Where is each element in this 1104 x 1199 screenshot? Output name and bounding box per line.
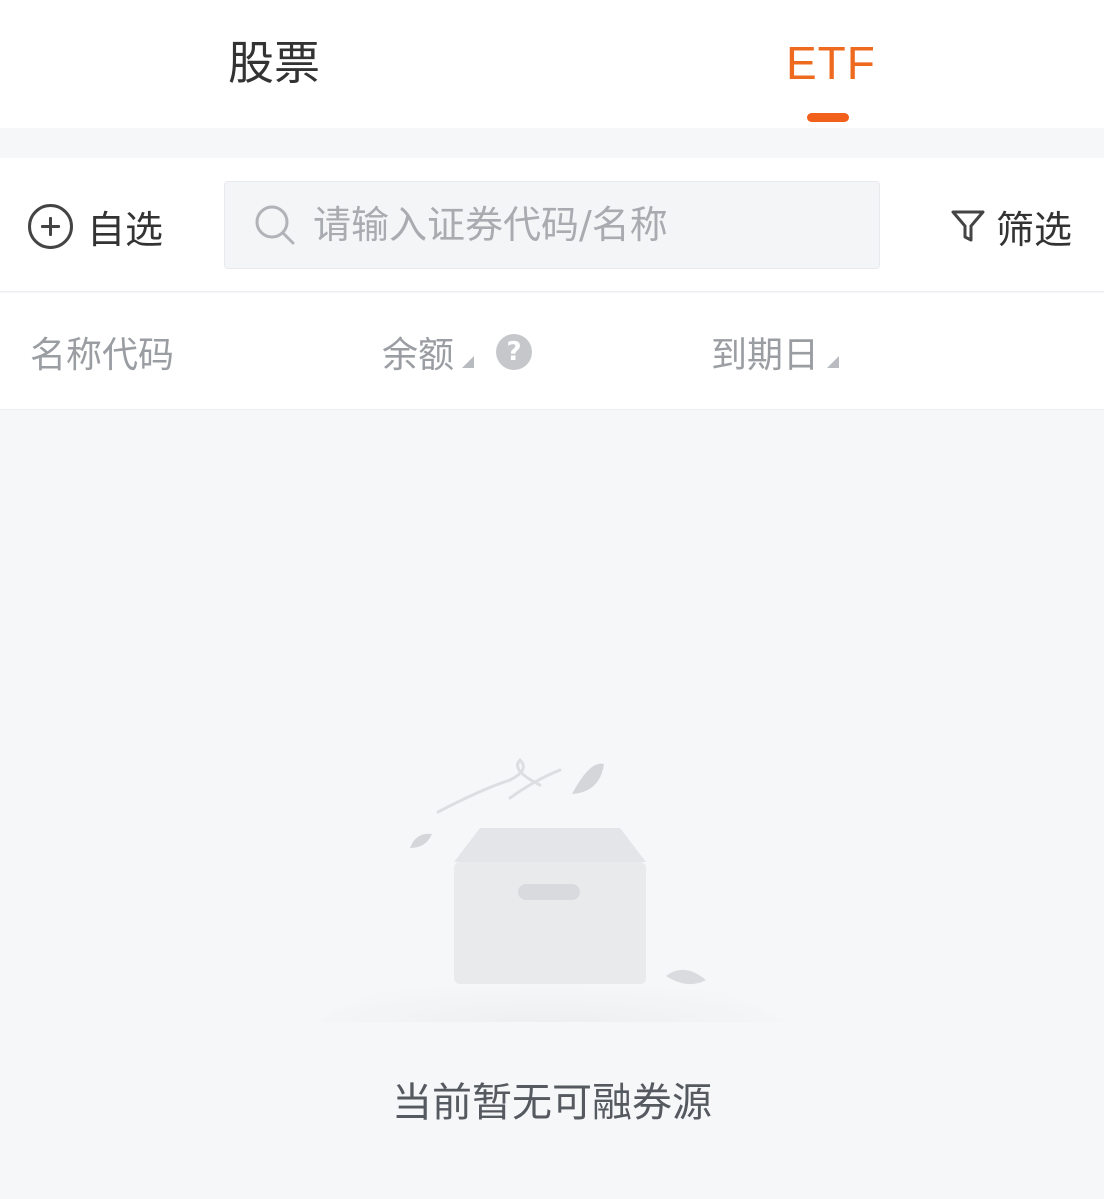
column-name-code-label: 名称代码 [30,335,175,376]
tab-etf[interactable]: ETF [786,30,876,100]
tab-stocks[interactable]: 股票 [228,30,320,100]
page: 股票 ETF 自选 筛选 名称代码 余额 ? [0,0,1104,1199]
column-name-code: 名称代码 [30,327,174,377]
tab-bar: 股票 ETF [0,0,1104,128]
search-icon [255,205,295,245]
column-balance-label: 余额 [382,335,455,376]
watchlist-button[interactable]: 自选 [28,202,163,252]
column-balance[interactable]: 余额 ? [382,327,533,377]
filter-icon [951,210,985,242]
column-expiry[interactable]: 到期日 [711,327,840,377]
toolbar: 自选 筛选 [0,158,1104,292]
sort-icon [827,356,840,368]
filter-label: 筛选 [996,207,1073,252]
watchlist-label: 自选 [87,207,164,252]
empty-box-icon [315,757,785,1022]
search-input[interactable] [313,203,853,247]
column-expiry-label: 到期日 [711,335,820,376]
help-icon[interactable]: ? [496,334,533,370]
active-tab-indicator [807,113,849,122]
add-circle-icon [28,203,73,249]
search-box[interactable] [224,181,880,269]
sort-icon [462,356,475,368]
filter-button[interactable]: 筛选 [950,202,1072,252]
column-header: 名称代码 余额 ? 到期日 [0,293,1104,410]
empty-state-message: 当前暂无可融券源 [392,1080,712,1126]
